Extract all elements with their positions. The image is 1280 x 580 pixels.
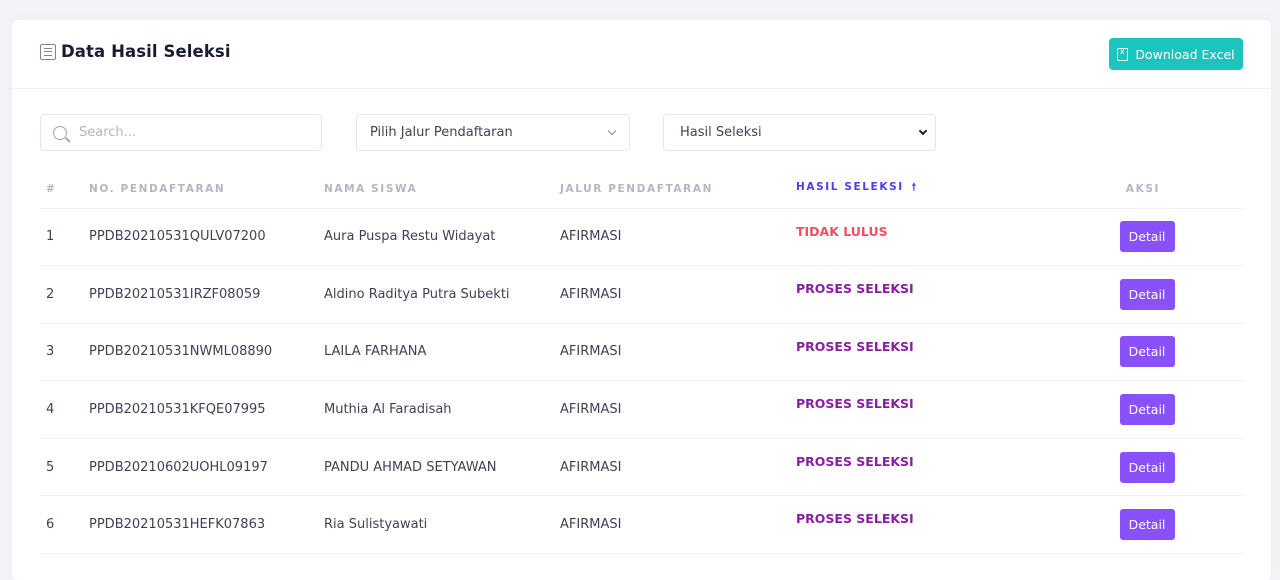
row-no-pendaftaran: PPDB20210602UOHL09197	[89, 438, 324, 497]
status-badge: PROSES SELEKSI	[796, 380, 1043, 439]
table-row: 6 PPDB20210531HEFK07863 Ria Sulistyawati AF…	[40, 495, 1243, 555]
row-jalur: AFIRMASI	[560, 323, 796, 382]
search-input[interactable]	[79, 125, 299, 140]
row-nama-siswa: LAILA FARHANA	[324, 323, 560, 382]
download-excel-label: Download Excel	[1135, 46, 1235, 62]
row-index: 6	[40, 495, 89, 555]
header-nama-siswa[interactable]: NAMA SISWA	[324, 170, 560, 209]
card-header: Data Hasil Seleksi Download Excel	[12, 20, 1271, 89]
title-wrap: Data Hasil Seleksi	[40, 42, 231, 61]
row-jalur: AFIRMASI	[560, 495, 796, 555]
chevron-down-icon	[607, 126, 617, 135]
header-aksi: AKSI	[1043, 170, 1243, 209]
row-nama-siswa: Muthia Al Faradisah	[324, 380, 560, 439]
row-nama-siswa: PANDU AHMAD SETYAWAN	[324, 438, 560, 497]
row-no-pendaftaran: PPDB20210531HEFK07863	[89, 495, 324, 555]
row-no-pendaftaran: PPDB20210531NWML08890	[89, 323, 324, 382]
table-header-row: # NO. PENDAFTARAN NAMA SISWA JALUR PENDA…	[40, 170, 1243, 209]
results-card: Data Hasil Seleksi Download Excel Pilih …	[12, 20, 1271, 580]
arrow-up-icon: 🠕	[911, 182, 918, 194]
row-nama-siswa: Aldino Raditya Putra Subekti	[324, 265, 560, 324]
row-index: 3	[40, 323, 89, 382]
chevron-down-icon	[918, 126, 928, 135]
table-row: 1 PPDB20210531QULV07200 Aura Puspa Restu W…	[40, 208, 1243, 267]
row-aksi: Detail	[1043, 323, 1243, 382]
jalur-select-value: Pilih Jalur Pendaftaran	[370, 125, 513, 140]
row-jalur: AFIRMASI	[560, 380, 796, 439]
row-index: 5	[40, 438, 89, 497]
table-row: 4 PPDB20210531KFQE07995 Muthia Al Faradisa…	[40, 380, 1243, 439]
search-icon	[53, 125, 67, 140]
row-no-pendaftaran: PPDB20210531KFQE07995	[89, 380, 324, 439]
page-title: Data Hasil Seleksi	[61, 42, 231, 61]
row-nama-siswa: Aura Puspa Restu Widayat	[324, 208, 560, 267]
filters-bar: Pilih Jalur Pendaftaran Hasil Seleksi	[12, 114, 1271, 154]
row-aksi: Detail	[1043, 495, 1243, 555]
detail-button[interactable]: Detail	[1119, 394, 1175, 426]
row-nama-siswa: Ria Sulistyawati	[324, 495, 560, 555]
list-icon	[40, 43, 56, 60]
status-badge: PROSES SELEKSI	[796, 323, 1043, 382]
results-table: # NO. PENDAFTARAN NAMA SISWA JALUR PENDA…	[40, 170, 1243, 555]
row-index: 4	[40, 380, 89, 439]
header-jalur[interactable]: JALUR PENDAFTARAN	[560, 170, 796, 209]
row-aksi: Detail	[1043, 438, 1243, 497]
status-badge: PROSES SELEKSI	[796, 438, 1043, 497]
row-jalur: AFIRMASI	[560, 265, 796, 324]
download-excel-button[interactable]: Download Excel	[1109, 38, 1243, 70]
row-jalur: AFIRMASI	[560, 208, 796, 267]
row-aksi: Detail	[1043, 380, 1243, 439]
excel-file-icon	[1117, 47, 1129, 61]
search-box[interactable]	[40, 114, 322, 151]
header-hasil-label: HASIL SELEKSI	[796, 181, 904, 194]
row-index: 2	[40, 265, 89, 324]
hasil-select-value: Hasil Seleksi	[680, 125, 762, 140]
jalur-select[interactable]: Pilih Jalur Pendaftaran	[356, 114, 630, 151]
row-aksi: Detail	[1043, 265, 1243, 324]
row-aksi: Detail	[1043, 208, 1243, 267]
detail-button[interactable]: Detail	[1119, 278, 1175, 310]
row-no-pendaftaran: PPDB20210531QULV07200	[89, 208, 324, 267]
table-row: 2 PPDB20210531IRZF08059 Aldino Raditya Put…	[40, 265, 1243, 324]
status-badge: TIDAK LULUS	[796, 208, 1043, 267]
row-no-pendaftaran: PPDB20210531IRZF08059	[89, 265, 324, 324]
table-row: 3 PPDB20210531NWML08890 LAILA FARHANA AFIRM…	[40, 323, 1243, 382]
detail-button[interactable]: Detail	[1119, 509, 1175, 541]
row-jalur: AFIRMASI	[560, 438, 796, 497]
status-badge: PROSES SELEKSI	[796, 265, 1043, 324]
table-row: 5 PPDB20210602UOHL09197 PANDU AHMAD SETYAW…	[40, 438, 1243, 497]
hasil-select[interactable]: Hasil Seleksi	[663, 114, 936, 151]
detail-button[interactable]: Detail	[1119, 221, 1175, 253]
header-hasil-seleksi[interactable]: HASIL SELEKSI 🠕	[796, 170, 1043, 209]
header-index: #	[40, 170, 89, 209]
header-no-pendaftaran[interactable]: NO. PENDAFTARAN	[89, 170, 324, 209]
detail-button[interactable]: Detail	[1119, 336, 1175, 368]
status-badge: PROSES SELEKSI	[796, 495, 1043, 555]
row-index: 1	[40, 208, 89, 267]
detail-button[interactable]: Detail	[1119, 451, 1175, 483]
